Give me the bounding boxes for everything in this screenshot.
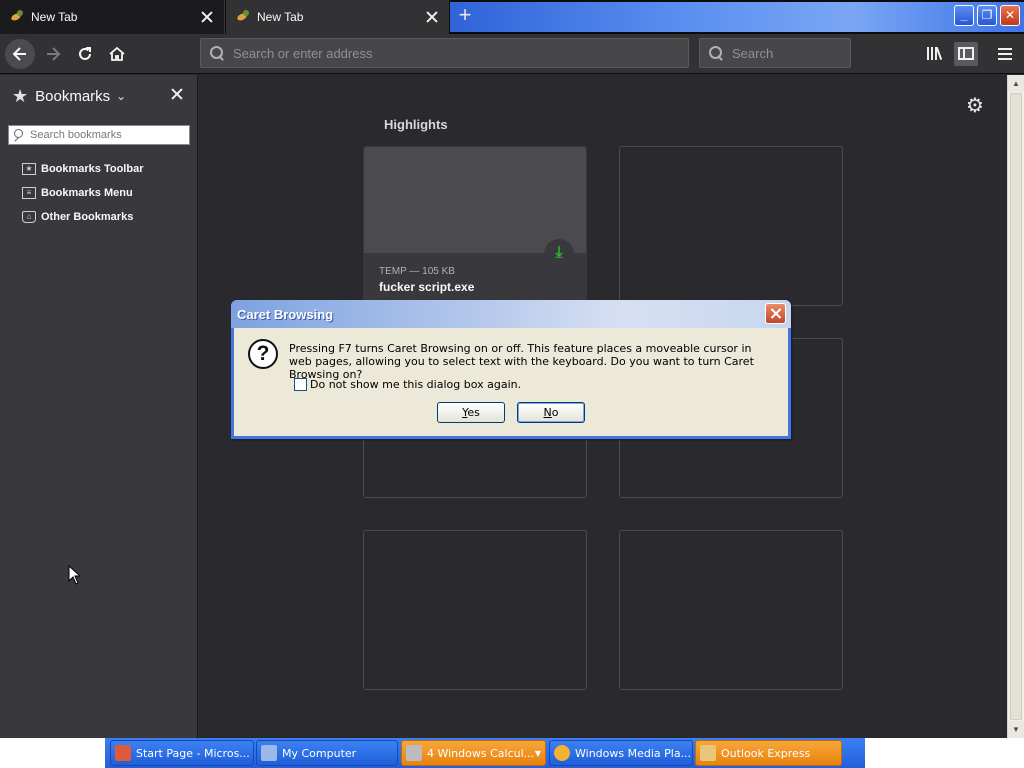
- window-restore-button[interactable]: ❐: [977, 5, 997, 26]
- task-label: My Computer: [282, 746, 357, 760]
- sidebar-toggle-icon[interactable]: [954, 42, 978, 66]
- browser-icon: [115, 745, 131, 761]
- search-bar[interactable]: Search: [699, 38, 851, 68]
- computer-icon: [261, 745, 277, 761]
- highlight-card[interactable]: ⤓ TEMP — 105 KB fucker script.exe: [363, 146, 587, 306]
- other-bookmarks-icon: ⌂: [22, 211, 36, 223]
- tab-close-icon[interactable]: [425, 10, 439, 24]
- hamburger-menu-icon[interactable]: [993, 42, 1017, 66]
- star-icon: ★: [12, 85, 29, 106]
- chevron-down-icon: ⌄: [116, 89, 127, 103]
- task-outlook-express[interactable]: Outlook Express: [695, 740, 842, 766]
- yes-button[interactable]: Yes: [437, 402, 505, 423]
- sidebar-item-label: Bookmarks Menu: [41, 187, 133, 199]
- vertical-scrollbar[interactable]: ▲ ▼: [1007, 75, 1024, 738]
- search-icon: [14, 129, 26, 141]
- tab-favicon-icon: [9, 9, 25, 25]
- task-my-computer[interactable]: My Computer: [256, 740, 398, 766]
- dialog-message: Pressing F7 turns Caret Browsing on or o…: [289, 342, 754, 381]
- sidebar-item-other-bookmarks[interactable]: ⌂ Other Bookmarks: [22, 205, 144, 229]
- task-windows-calculator[interactable]: 4 Windows Calcul... ▼: [401, 740, 546, 766]
- search-icon: [210, 46, 224, 60]
- checkbox-box[interactable]: [294, 378, 307, 391]
- window-caption-bar: [450, 2, 1024, 32]
- dialog-close-button[interactable]: [765, 303, 786, 324]
- scrollbar-thumb[interactable]: [1010, 93, 1022, 720]
- tab-close-icon[interactable]: [200, 10, 214, 24]
- bookmarks-toolbar-icon: ★: [22, 163, 36, 175]
- tab-favicon-icon: [235, 9, 251, 25]
- highlights-heading: Highlights: [384, 117, 448, 132]
- library-icon[interactable]: [922, 42, 946, 66]
- tab-new-tab-2[interactable]: New Tab: [226, 0, 449, 34]
- scroll-down-arrow-icon[interactable]: ▼: [1008, 721, 1024, 738]
- screen: New Tab New Tab + _ ❐ ✕ Search or enter …: [0, 0, 1024, 768]
- task-label: Outlook Express: [721, 746, 811, 760]
- tab-label: New Tab: [257, 10, 304, 24]
- task-windows-media-player[interactable]: Windows Media Pla...: [549, 740, 693, 766]
- task-label: Windows Media Pla...: [575, 746, 692, 760]
- caret-browsing-dialog: Caret Browsing ? Pressing F7 turns Caret…: [231, 300, 791, 439]
- task-label: Start Page - Micros...: [136, 746, 250, 760]
- bookmarks-menu-icon: ≡: [22, 187, 36, 199]
- highlight-placeholder-card: [619, 146, 843, 306]
- task-start-page[interactable]: Start Page - Micros...: [110, 740, 254, 766]
- media-player-icon: [554, 745, 570, 761]
- highlight-filename: fucker script.exe: [379, 280, 475, 294]
- new-tab-plus-icon[interactable]: +: [452, 3, 478, 29]
- sidebar-close-icon[interactable]: [169, 85, 185, 105]
- tab-label: New Tab: [31, 10, 78, 24]
- tab-new-tab-1[interactable]: New Tab: [0, 0, 225, 34]
- home-icon[interactable]: [102, 39, 132, 69]
- bookmarks-search-input[interactable]: Search bookmarks: [8, 125, 190, 145]
- calculator-icon: [406, 745, 422, 761]
- outlook-express-icon: [700, 745, 716, 761]
- navigation-toolbar: Search or enter address Search: [0, 34, 1024, 74]
- reload-icon[interactable]: [70, 39, 100, 69]
- sidebar-item-label: Bookmarks Toolbar: [41, 163, 144, 175]
- sidebar-item-bookmarks-menu[interactable]: ≡ Bookmarks Menu: [22, 181, 144, 205]
- question-icon: ?: [248, 339, 278, 369]
- highlight-placeholder-card: [363, 530, 587, 690]
- download-icon: ⤓: [544, 239, 574, 269]
- tab-strip: New Tab New Tab + _ ❐ ✕: [0, 0, 1024, 34]
- bookmarks-sidebar: ★ Bookmarks ⌄ Search bookmarks ★ Bookmar…: [0, 75, 198, 738]
- dont-show-again-checkbox[interactable]: Do not show me this dialog box again.: [294, 378, 521, 391]
- back-arrow-icon[interactable]: [5, 39, 35, 69]
- highlight-meta: TEMP — 105 KB: [379, 266, 455, 277]
- checkbox-label: Do not show me this dialog box again.: [310, 378, 522, 391]
- forward-arrow-icon[interactable]: [38, 39, 68, 69]
- window-close-button[interactable]: ✕: [1000, 5, 1020, 26]
- sidebar-item-label: Other Bookmarks: [41, 211, 134, 223]
- scroll-up-arrow-icon[interactable]: ▲: [1008, 75, 1024, 92]
- mouse-pointer-icon: [68, 565, 80, 585]
- highlight-placeholder-card: [619, 530, 843, 690]
- highlight-thumbnail: [364, 147, 586, 253]
- address-bar-placeholder: Search or enter address: [233, 45, 373, 61]
- bookmarks-tree: ★ Bookmarks Toolbar ≡ Bookmarks Menu ⌂ O…: [22, 157, 144, 229]
- search-bar-placeholder: Search: [732, 45, 774, 61]
- address-bar[interactable]: Search or enter address: [200, 38, 689, 68]
- search-icon: [709, 46, 723, 60]
- taskbar: Start Page - Micros... My Computer 4 Win…: [0, 738, 1024, 768]
- no-button[interactable]: No: [517, 402, 585, 423]
- group-arrow-icon: ▼: [534, 749, 541, 758]
- window-minimize-button[interactable]: _: [954, 5, 974, 26]
- sidebar-item-bookmarks-toolbar[interactable]: ★ Bookmarks Toolbar: [22, 157, 144, 181]
- gear-icon[interactable]: ⚙: [966, 93, 984, 118]
- task-label: 4 Windows Calcul...: [427, 746, 535, 760]
- dialog-title: Caret Browsing: [231, 300, 791, 328]
- sidebar-title: Bookmarks: [35, 87, 111, 105]
- bookmarks-search-placeholder: Search bookmarks: [30, 129, 122, 141]
